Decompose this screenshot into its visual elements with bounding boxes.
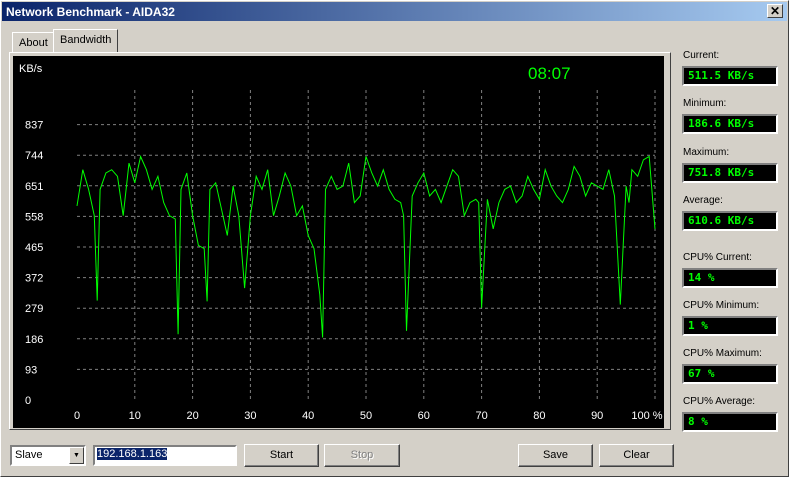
stat-value-7: 8 % — [682, 412, 778, 432]
close-icon: ✕ — [769, 4, 781, 18]
x-tick-label: 80 — [533, 410, 545, 422]
stat-label-7: CPU% Average: — [683, 396, 756, 407]
y-tick-label: 93 — [25, 364, 37, 376]
y-tick-label: 558 — [25, 211, 43, 223]
x-tick-label: 90 — [591, 410, 603, 422]
chevron-down-icon[interactable]: ▼ — [69, 447, 84, 464]
clear-button[interactable]: Clear — [599, 444, 674, 467]
stat-value-0: 511.5 KB/s — [682, 66, 778, 86]
x-tick-label: 100 % — [631, 410, 662, 422]
start-button[interactable]: Start — [244, 444, 319, 467]
y-tick-label: 372 — [25, 273, 43, 285]
x-tick-label: 70 — [475, 410, 487, 422]
stat-value-5: 1 % — [682, 316, 778, 336]
stat-label-1: Minimum: — [683, 98, 727, 109]
x-tick-label: 50 — [360, 410, 372, 422]
y-tick-labels: 0 93 186 279 372 465 558 651 744 837 — [25, 120, 43, 407]
tab-bandwidth[interactable]: Bandwidth — [53, 29, 119, 52]
save-button-label: Save — [542, 449, 569, 461]
x-tick-label: 10 — [129, 410, 141, 422]
bandwidth-chart: 0 93 186 279 372 465 558 651 744 837 0 10 20 30 40 50 6… — [13, 56, 664, 428]
close-button[interactable]: ✕ — [767, 4, 783, 18]
y-tick-label: 465 — [25, 242, 43, 254]
title-bar: Network Benchmark - AIDA32 ✕ — [2, 2, 787, 21]
stat-value-1: 186.6 KB/s — [682, 114, 778, 134]
y-tick-label: 651 — [25, 181, 43, 193]
x-tick-label: 40 — [302, 410, 314, 422]
x-tick-label: 20 — [186, 410, 198, 422]
clear-button-label: Clear — [623, 449, 650, 461]
x-tick-label: 0 — [74, 410, 80, 422]
y-tick-label: 186 — [25, 334, 43, 346]
stat-value-2: 751.8 KB/s — [682, 163, 778, 183]
mode-select-value: Slave — [15, 449, 43, 461]
y-tick-label: 837 — [25, 120, 43, 132]
window-title: Network Benchmark - AIDA32 — [6, 5, 175, 19]
y-axis-label: KB/s — [19, 63, 43, 75]
stat-label-0: Current: — [683, 50, 720, 61]
save-button[interactable]: Save — [518, 444, 593, 467]
x-tick-label: 30 — [244, 410, 256, 422]
stat-label-5: CPU% Minimum: — [683, 300, 760, 311]
stat-value-6: 67 % — [682, 364, 778, 384]
tab-about-label: About — [19, 37, 48, 49]
y-tick-label: 744 — [25, 150, 43, 162]
tab-bandwidth-label: Bandwidth — [60, 34, 112, 46]
mode-select[interactable]: Slave ▼ — [10, 445, 86, 466]
x-tick-labels: 0 10 20 30 40 50 60 70 80 90 100 % — [74, 410, 663, 422]
start-button-label: Start — [269, 449, 294, 461]
stat-label-6: CPU% Maximum: — [683, 348, 762, 359]
y-tick-label: 0 — [25, 395, 31, 407]
x-tick-label: 60 — [418, 410, 430, 422]
stat-label-3: Average: — [683, 195, 723, 206]
elapsed-timer: 08:07 — [528, 64, 571, 83]
stat-value-3: 610.6 KB/s — [682, 211, 778, 231]
stat-label-4: CPU% Current: — [683, 252, 752, 263]
stat-value-4: 14 % — [682, 268, 778, 288]
stat-label-2: Maximum: — [683, 147, 730, 158]
chart-grid — [77, 90, 656, 400]
ip-address-value: 192.168.1.163 — [97, 448, 168, 460]
chart-svg: 0 93 186 279 372 465 558 651 744 837 0 10 20 30 40 50 6… — [19, 63, 663, 422]
y-tick-label: 279 — [25, 303, 43, 315]
stop-button[interactable]: Stop — [324, 444, 400, 467]
ip-address-input[interactable]: 192.168.1.163 — [93, 445, 237, 466]
stop-button-label: Stop — [350, 449, 374, 461]
tab-about[interactable]: About — [12, 32, 55, 52]
